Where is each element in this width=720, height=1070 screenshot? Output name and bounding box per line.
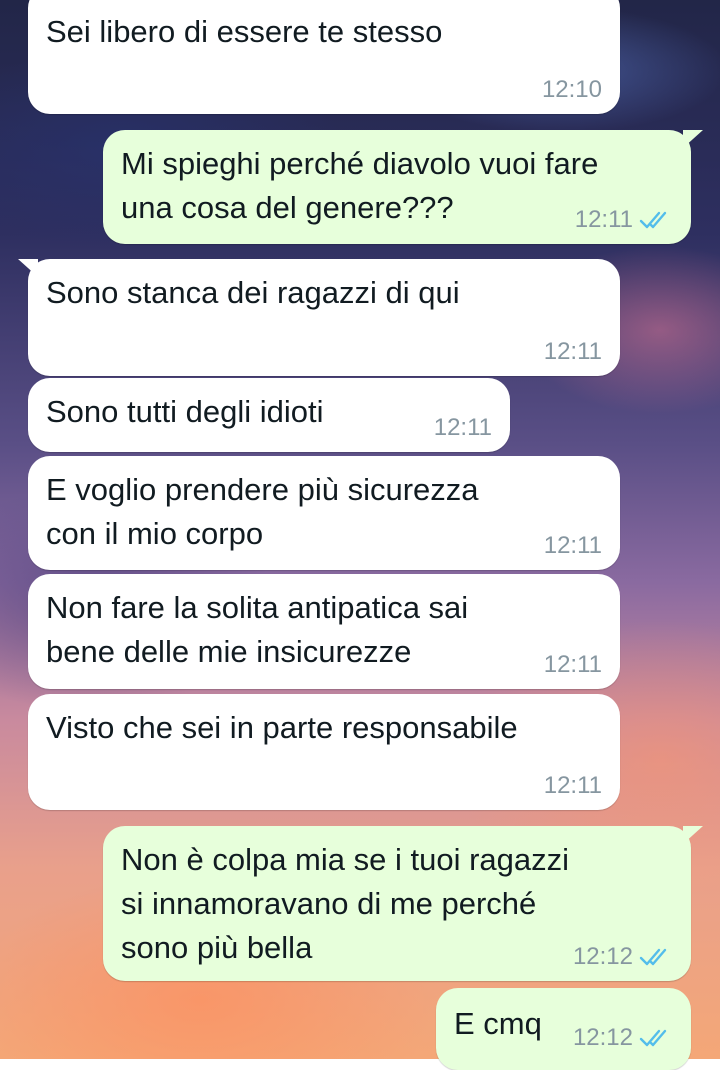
message-text: Sono stanca dei ragazzi di qui [46, 275, 460, 310]
message-meta: 12:12 [573, 943, 673, 971]
message-time: 12:11 [543, 651, 602, 678]
message-meta: 12:11 [544, 532, 602, 560]
message-time: 12:11 [574, 206, 633, 233]
read-ticks-icon [639, 1029, 667, 1047]
message-time: 12:11 [543, 772, 602, 799]
message-bubble-incoming[interactable]: Non fare la solita antipatica sai bene d… [28, 574, 620, 689]
message-time: 12:11 [433, 414, 492, 441]
message-text: Sono tutti degli idioti [46, 394, 324, 429]
bubble-tail [683, 826, 703, 844]
message-meta: 12:11 [575, 206, 673, 234]
bubble-tail [683, 130, 703, 148]
message-text: Non fare la solita antipatica sai bene d… [46, 590, 469, 669]
message-bubble-incoming[interactable]: Sono tutti degli idioti 12:11 [28, 378, 510, 452]
message-meta: 12:11 [544, 651, 602, 679]
message-bubble-outgoing[interactable]: Non è colpa mia se i tuoi ragazzi si inn… [103, 826, 703, 981]
read-ticks-icon [639, 948, 667, 966]
message-time: 12:12 [572, 1024, 633, 1051]
message-bubble-incoming[interactable]: E voglio prendere più sicurezza con il m… [28, 456, 620, 570]
message-bubble-outgoing[interactable]: E cmq 12:12 [436, 988, 691, 1070]
message-bubble-incoming[interactable]: Sei libero di essere te stesso 12:10 [28, 0, 620, 114]
bubble-tail [18, 259, 38, 277]
message-text: Visto che sei in parte responsabile [46, 710, 518, 745]
message-meta: 12:11 [544, 772, 602, 800]
message-bubble-incoming[interactable]: Sono stanca dei ragazzi di qui 12:11 [18, 259, 620, 376]
message-bubble-incoming[interactable]: Visto che sei in parte responsabile 12:1… [28, 694, 620, 810]
message-bubble-outgoing[interactable]: Mi spieghi perché diavolo vuoi fare una … [103, 130, 703, 244]
message-text: E voglio prendere più sicurezza con il m… [46, 472, 479, 551]
message-list[interactable]: Sei libero di essere te stesso 12:10 Mi … [0, 0, 720, 1070]
message-meta: 12:11 [434, 414, 492, 442]
read-ticks-icon [639, 211, 667, 229]
message-text: Sei libero di essere te stesso [46, 14, 443, 49]
message-time: 12:10 [541, 76, 602, 103]
message-meta: 12:10 [542, 76, 602, 104]
message-time: 12:12 [572, 943, 633, 970]
message-meta: 12:12 [573, 1024, 673, 1052]
message-time: 12:11 [543, 532, 602, 559]
message-time: 12:11 [543, 338, 602, 365]
message-meta: 12:11 [544, 338, 602, 366]
